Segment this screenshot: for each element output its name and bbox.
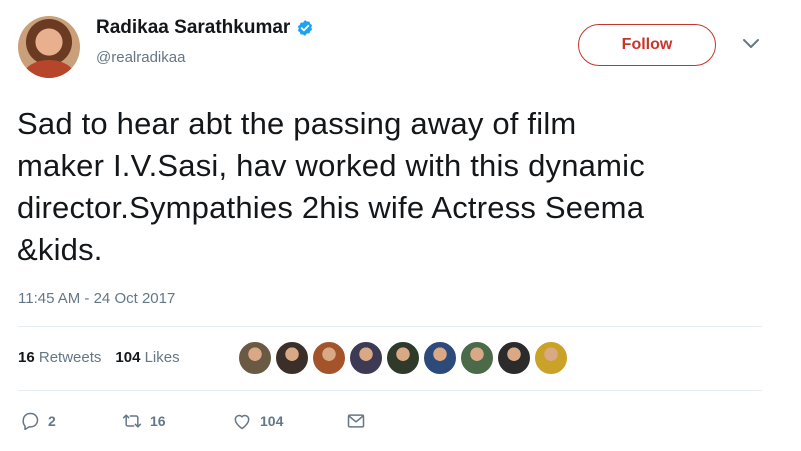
- follow-button[interactable]: Follow: [578, 24, 716, 66]
- author-name-row[interactable]: Radikaa Sarathkumar: [96, 17, 314, 39]
- tweet-text-line: director.Sympathies 2his wife Actress Se…: [17, 190, 645, 225]
- divider: [18, 326, 762, 327]
- reply-button[interactable]: 2: [20, 411, 122, 431]
- tweet-text-line: &kids.: [17, 232, 103, 267]
- liker-avatar[interactable]: [238, 341, 272, 375]
- retweets-label: Retweets: [38, 349, 102, 366]
- liker-avatar[interactable]: [460, 341, 494, 375]
- retweet-count: 16: [150, 413, 166, 429]
- tweet-timestamp[interactable]: 11:45 AM - 24 Oct 2017: [18, 290, 175, 307]
- liker-avatar[interactable]: [497, 341, 531, 375]
- retweets-count: 16: [18, 349, 35, 366]
- liker-avatar[interactable]: [534, 341, 568, 375]
- divider: [18, 390, 762, 391]
- like-count: 104: [260, 413, 284, 429]
- liker-avatar[interactable]: [386, 341, 420, 375]
- likes-label: Likes: [144, 349, 180, 366]
- envelope-icon: [347, 414, 365, 428]
- heart-icon: [234, 414, 250, 430]
- direct-message-button[interactable]: [346, 411, 366, 431]
- likers-avatar-row: [238, 341, 568, 375]
- tweet-text-line: maker I.V.Sasi, hav worked with this dyn…: [17, 148, 645, 183]
- liker-avatar[interactable]: [275, 341, 309, 375]
- retweet-icon: [122, 414, 142, 428]
- tweet-actions: 2 16 104: [20, 411, 366, 431]
- liker-avatar[interactable]: [312, 341, 346, 375]
- liker-avatar[interactable]: [423, 341, 457, 375]
- avatar[interactable]: [18, 16, 80, 78]
- retweet-button[interactable]: 16: [122, 411, 232, 431]
- likes-stat[interactable]: 104 Likes: [115, 349, 179, 366]
- display-name[interactable]: Radikaa Sarathkumar: [96, 17, 290, 39]
- retweets-stat[interactable]: 16 Retweets: [18, 349, 101, 366]
- engagement-stats: 16 Retweets 104 Likes: [18, 349, 180, 366]
- reply-icon: [22, 412, 39, 431]
- tweet-card: Radikaa Sarathkumar @realradikaa Follow …: [0, 0, 801, 451]
- likes-count: 104: [115, 349, 141, 366]
- reply-count: 2: [48, 413, 56, 429]
- tweet-text: Sad to hear abt the passing away of film…: [17, 103, 777, 271]
- user-handle[interactable]: @realradikaa: [96, 49, 185, 66]
- liker-avatar[interactable]: [349, 341, 383, 375]
- tweet-text-line: Sad to hear abt the passing away of film: [17, 106, 577, 141]
- like-button[interactable]: 104: [232, 411, 346, 431]
- chevron-down-icon[interactable]: [742, 38, 760, 50]
- avatar-shoulders: [24, 60, 74, 78]
- verified-badge-icon: [298, 20, 313, 36]
